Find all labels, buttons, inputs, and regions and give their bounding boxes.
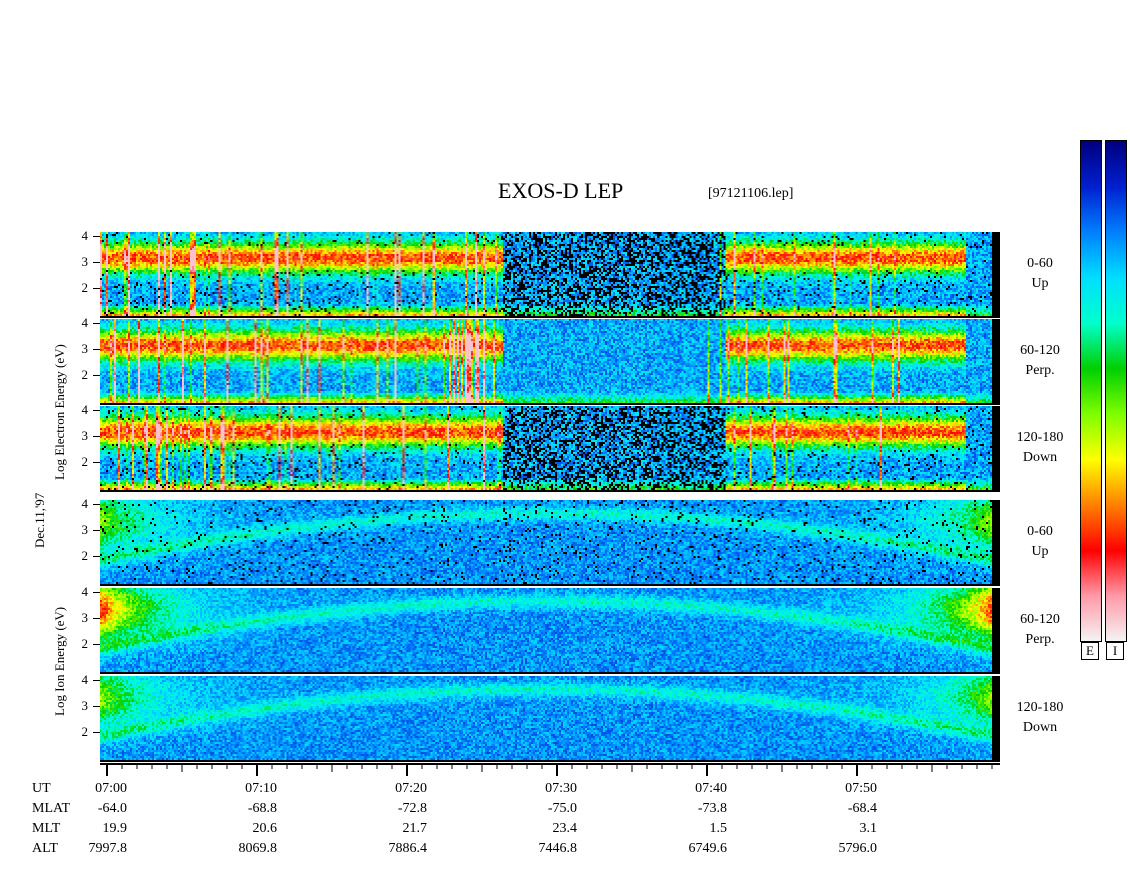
orbit-value: 07:20	[395, 781, 427, 796]
orbit-value: 6749.6	[688, 841, 728, 856]
orbit-value: -72.8	[397, 801, 427, 816]
orbit-value: 5796.0	[838, 841, 878, 856]
orbit-value: 07:50	[845, 781, 877, 796]
orbit-value: -64.0	[97, 801, 127, 816]
orbit-value: -68.4	[847, 801, 877, 816]
orbit-value: -73.8	[697, 801, 727, 816]
orbit-value: -68.8	[247, 801, 277, 816]
orbit-value: 7446.8	[538, 841, 578, 856]
orbit-value: 7886.4	[388, 841, 428, 856]
orbit-value: 1.5	[709, 821, 728, 836]
electron-colorbar-label: E	[1081, 642, 1099, 660]
orbit-value: 19.9	[102, 821, 128, 836]
orbit-value: 07:10	[245, 781, 277, 796]
orbit-value: 07:30	[545, 781, 577, 796]
orbit-value: 7997.8	[88, 841, 128, 856]
orbit-value: 07:40	[695, 781, 727, 796]
x-axis	[100, 763, 1000, 776]
orbit-value: 07:00	[95, 781, 127, 796]
orbit-value: -75.0	[547, 801, 577, 816]
electron-colorbar	[1080, 140, 1102, 642]
orbit-value: 3.1	[859, 821, 878, 836]
orbit-value: 21.7	[402, 821, 428, 836]
ion-colorbar-label: I	[1106, 642, 1124, 660]
orbit-value: 8069.8	[238, 841, 278, 856]
orbit-value: 20.6	[252, 821, 278, 836]
orbit-value: 23.4	[552, 821, 578, 836]
ion-colorbar	[1105, 140, 1127, 642]
